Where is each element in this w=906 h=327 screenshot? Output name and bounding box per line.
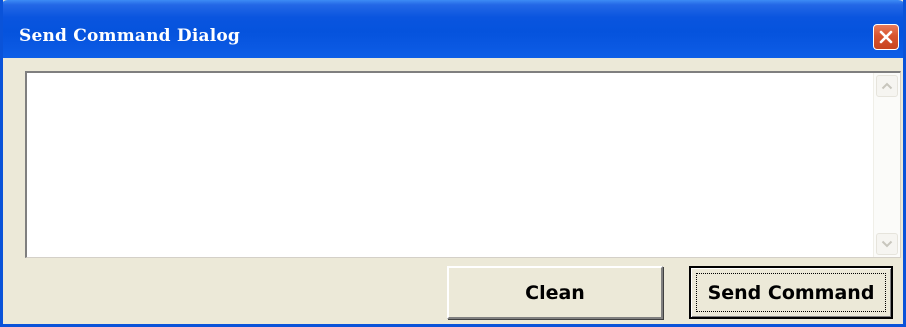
send-command-dialog: Send Command Dialog Clean Send Command — [0, 0, 906, 327]
chevron-down-icon — [881, 240, 893, 248]
command-text-area — [25, 71, 901, 258]
scroll-up-button[interactable] — [876, 75, 898, 97]
close-icon — [879, 30, 893, 44]
close-button[interactable] — [873, 24, 899, 50]
chevron-up-icon — [881, 82, 893, 90]
title-bar[interactable]: Send Command Dialog — [3, 0, 903, 58]
window-title: Send Command Dialog — [19, 26, 240, 46]
scroll-down-button[interactable] — [876, 233, 898, 255]
send-command-button-label: Send Command — [707, 281, 875, 304]
vertical-scrollbar[interactable] — [873, 73, 900, 257]
clean-button-label: Clean — [525, 281, 585, 304]
send-command-button[interactable]: Send Command — [689, 266, 893, 319]
command-input[interactable] — [27, 73, 873, 257]
clean-button[interactable]: Clean — [447, 266, 663, 319]
